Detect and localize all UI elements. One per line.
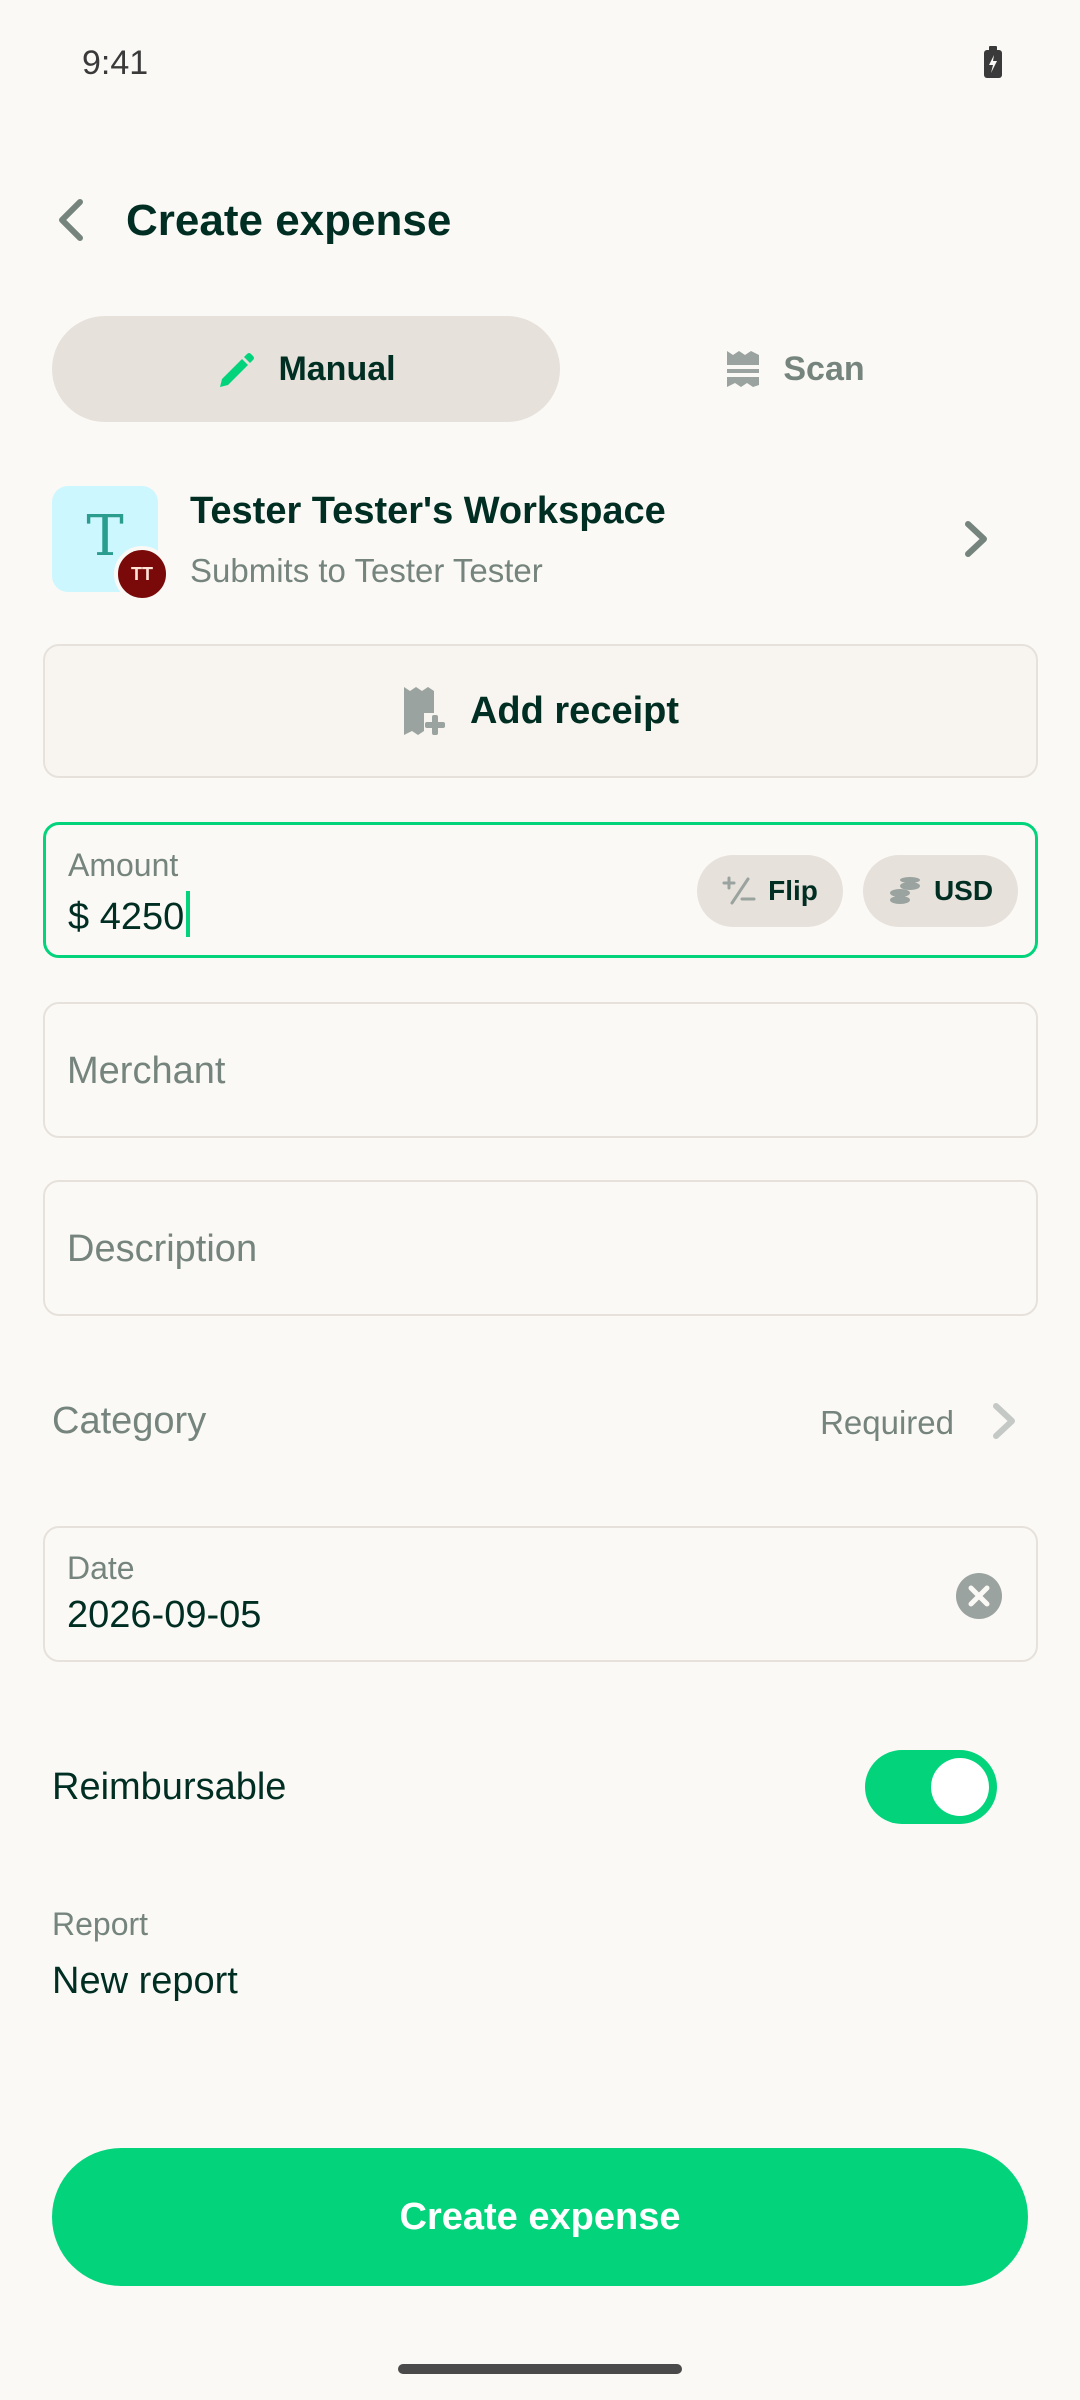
currency-label: USD [933, 875, 994, 906]
report-value[interactable]: New report [52, 1960, 238, 2003]
currency-symbol: $ [68, 896, 90, 938]
amount-input[interactable]: $ 4250 [68, 891, 191, 939]
page-title: Create expense [126, 196, 452, 245]
receipt-scan-icon [725, 351, 762, 387]
tab-manual-label: Manual [278, 349, 396, 388]
workspace-submits-to: Submits to Tester Tester [190, 552, 543, 589]
date-field[interactable]: Date 2026-09-05 [43, 1526, 1038, 1662]
tab-manual[interactable]: Manual [52, 316, 560, 422]
merchant-placeholder: Merchant [67, 1050, 226, 1092]
submitter-avatar: TT [114, 546, 170, 602]
description-field[interactable]: Description [43, 1180, 1038, 1316]
workspace-name[interactable]: Tester Tester's Workspace [190, 490, 666, 533]
battery-icon [984, 46, 1002, 78]
toggle-knob [931, 1758, 989, 1816]
tab-scan[interactable]: Scan [560, 316, 1030, 422]
plus-minus-icon [722, 876, 756, 905]
date-value: 2026-09-05 [67, 1594, 262, 1636]
amount-label: Amount [68, 847, 179, 883]
amount-field[interactable]: Amount $ 4250 Flip USD [43, 822, 1038, 958]
tab-scan-label: Scan [783, 349, 865, 388]
amount-value: 4250 [99, 896, 185, 938]
home-indicator[interactable] [398, 2364, 682, 2374]
text-caret [186, 891, 191, 937]
category-label[interactable]: Category [52, 1400, 206, 1443]
coins-icon [889, 877, 920, 904]
add-receipt-button[interactable]: Add receipt [43, 644, 1038, 778]
reimbursable-toggle[interactable] [865, 1750, 997, 1824]
pencil-icon [220, 353, 255, 387]
merchant-field[interactable]: Merchant [43, 1002, 1038, 1138]
date-label: Date [67, 1550, 135, 1586]
flip-label: Flip [768, 875, 818, 906]
receipt-plus-icon [403, 687, 445, 735]
description-placeholder: Description [67, 1228, 258, 1270]
category-required-label: Required [820, 1404, 954, 1441]
clear-icon[interactable] [955, 1572, 1003, 1620]
reimbursable-label: Reimbursable [52, 1766, 287, 1808]
status-time: 9:41 [82, 44, 149, 82]
chevron-right-icon[interactable] [990, 1400, 1018, 1442]
currency-button[interactable]: USD [863, 855, 1018, 927]
back-arrow-icon[interactable] [52, 196, 92, 244]
add-receipt-label: Add receipt [469, 689, 680, 732]
chevron-right-icon[interactable] [962, 518, 990, 560]
create-expense-screen: 9:41 Create expense Manual Scan T TT Tes… [0, 0, 1080, 2400]
create-expense-button[interactable]: Create expense [52, 2148, 1028, 2286]
report-label: Report [52, 1906, 149, 1942]
flip-button[interactable]: Flip [697, 855, 843, 927]
